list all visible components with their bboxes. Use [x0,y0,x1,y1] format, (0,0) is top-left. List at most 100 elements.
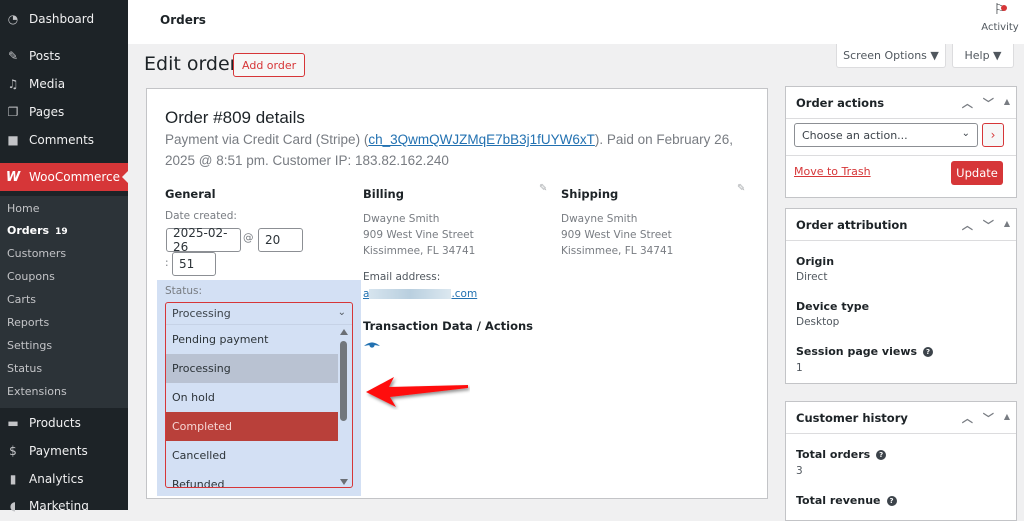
payment-info: Payment via Credit Card (Stripe) (ch_3Qw… [165,129,755,171]
nav-marketing[interactable]: ◖ Marketing [0,492,128,520]
edit-shipping-pencil-icon[interactable]: ✎ [737,183,745,194]
nav-dashboard[interactable]: ◔ Dashboard [0,5,128,33]
help-icon[interactable]: ? [923,347,934,357]
nav-woocommerce[interactable]: W WooCommerce [0,163,128,191]
scroll-up-icon[interactable] [340,329,348,335]
collapse-toggle-icon[interactable]: ▲ [1004,219,1010,233]
move-up-icon[interactable]: ︿ [962,95,973,111]
scrollbar-thumb[interactable] [340,341,347,421]
flag-icon: ⚐ [993,2,1007,18]
select-placeholder: Choose an action... [802,128,908,142]
status-option-pending[interactable]: Pending payment [166,325,338,354]
nav-label: WooCommerce [29,170,120,184]
nav-pages[interactable]: ❐ Pages [0,98,128,126]
submenu-carts[interactable]: Carts [7,293,36,306]
order-actions-box: Order actions ︿ ﹀ ▲ Choose an action... ⌄ ›… [785,86,1017,198]
help-button[interactable]: Help ▼ [952,44,1014,68]
submenu-customers[interactable]: Customers [7,247,66,260]
annotation-arrow-icon [366,377,468,407]
nav-label: Pages [29,105,65,119]
dropdown-scrollbar[interactable] [338,325,350,487]
payment-prefix: Payment via Credit Card (Stripe) ( [165,132,369,147]
date-created-input[interactable]: 2025-02-26 [166,226,241,254]
payments-icon: $ [9,444,17,458]
status-select[interactable]: Processing ⌄ Pending payment Processing O… [165,302,353,488]
hour-input[interactable]: 20 [258,228,303,252]
status-label: Status: [165,285,202,297]
notification-dot [1001,5,1007,11]
billing-street: 909 West Vine Street [363,229,474,241]
help-icon[interactable]: ? [876,450,887,460]
billing-name: Dwayne Smith [363,213,440,225]
total-orders-text: Total orders [796,448,871,461]
nav-payments[interactable]: $ Payments [0,437,128,465]
customer-history-header[interactable]: Customer history ︿ ﹀ ▲ [786,402,1016,434]
status-option-processing[interactable]: Processing [166,354,338,383]
edit-billing-pencil-icon[interactable]: ✎ [539,183,547,194]
scroll-down-icon[interactable] [340,479,348,485]
submenu-status[interactable]: Status [7,362,42,375]
status-field-highlight: Status: Processing ⌄ Pending payment Proc… [157,280,361,496]
screen-options-button[interactable]: Screen Options ▼ [836,44,946,68]
help-icon[interactable]: ? [886,496,897,506]
nav-label: Media [29,77,66,91]
status-option-cancelled[interactable]: Cancelled [166,441,338,470]
status-option-completed[interactable]: Completed [166,412,338,441]
apply-action-button[interactable]: › [982,123,1004,147]
nav-products[interactable]: ▬ Products [0,409,128,437]
update-button[interactable]: Update [951,161,1003,185]
analytics-icon: ▮ [9,472,17,486]
nav-posts[interactable]: ✎ Posts [0,42,128,70]
submenu-coupons[interactable]: Coupons [7,270,55,283]
shipping-heading: Shipping [561,187,619,201]
eye-icon[interactable] [364,341,380,350]
nav-analytics[interactable]: ▮ Analytics [0,465,128,493]
move-up-icon[interactable]: ︿ [962,217,973,233]
submenu-home[interactable]: Home [7,202,39,215]
divider [786,155,1016,156]
nav-label: Posts [29,49,61,63]
total-orders-label: Total orders? [796,448,887,461]
order-actions-header[interactable]: Order actions ︿ ﹀ ▲ [786,87,1016,119]
shipping-city: Kissimmee, FL 34741 [561,245,674,257]
nav-label: Comments [29,133,95,147]
minute-input[interactable]: 51 [172,252,216,276]
chevron-down-icon: ⌄ [961,128,970,139]
total-revenue-text: Total revenue [796,494,881,507]
status-select-value[interactable]: Processing ⌄ [166,303,352,325]
move-down-icon[interactable]: ﹀ [983,410,994,426]
move-down-icon[interactable]: ﹀ [983,95,994,111]
activity-button[interactable]: ⚐ Activity [980,2,1020,33]
nav-media[interactable]: ♫ Media [0,70,128,98]
submenu-settings[interactable]: Settings [7,339,52,352]
submenu-reports[interactable]: Reports [7,316,49,329]
nav-label: Dashboard [29,12,95,26]
archive-icon: ▬ [7,416,19,430]
collapse-toggle-icon[interactable]: ▲ [1004,97,1010,111]
woocommerce-header: Orders ⚐ Activity [128,0,1024,44]
transaction-heading: Transaction Data / Actions [363,319,534,333]
order-attribution-header[interactable]: Order attribution ︿ ﹀ ▲ [786,209,1016,241]
submenu-orders[interactable]: Orders 19 [7,224,68,237]
woocommerce-icon: W [5,169,21,185]
nav-comments[interactable]: ■ Comments [0,126,128,154]
shipping-street: 909 West Vine Street [561,229,672,241]
move-up-icon[interactable]: ︿ [962,410,973,426]
status-option-on-hold[interactable]: On hold [166,383,338,412]
total-orders-value: 3 [796,465,803,477]
email-end: .com [451,288,478,300]
nav-label: Products [29,416,81,430]
move-to-trash-link[interactable]: Move to Trash [794,165,871,178]
collapse-toggle-icon[interactable]: ▲ [1004,412,1010,426]
move-down-icon[interactable]: ﹀ [983,217,994,233]
status-option-refunded[interactable]: Refunded [166,470,338,487]
woocommerce-submenu: Home Orders 19 Customers Coupons Carts Re… [0,196,128,408]
origin-value: Direct [796,271,828,283]
general-heading: General [165,187,216,201]
submenu-extensions[interactable]: Extensions [7,385,67,398]
add-order-button[interactable]: Add order [233,53,306,77]
charge-id-link[interactable]: ch_3QwmQWJZMqE7bB3j1fUYW6xT [368,132,595,147]
date-created-label: Date created: [165,210,237,222]
billing-email-link[interactable]: a .com [363,288,477,300]
order-action-select[interactable]: Choose an action... ⌄ [794,123,978,147]
